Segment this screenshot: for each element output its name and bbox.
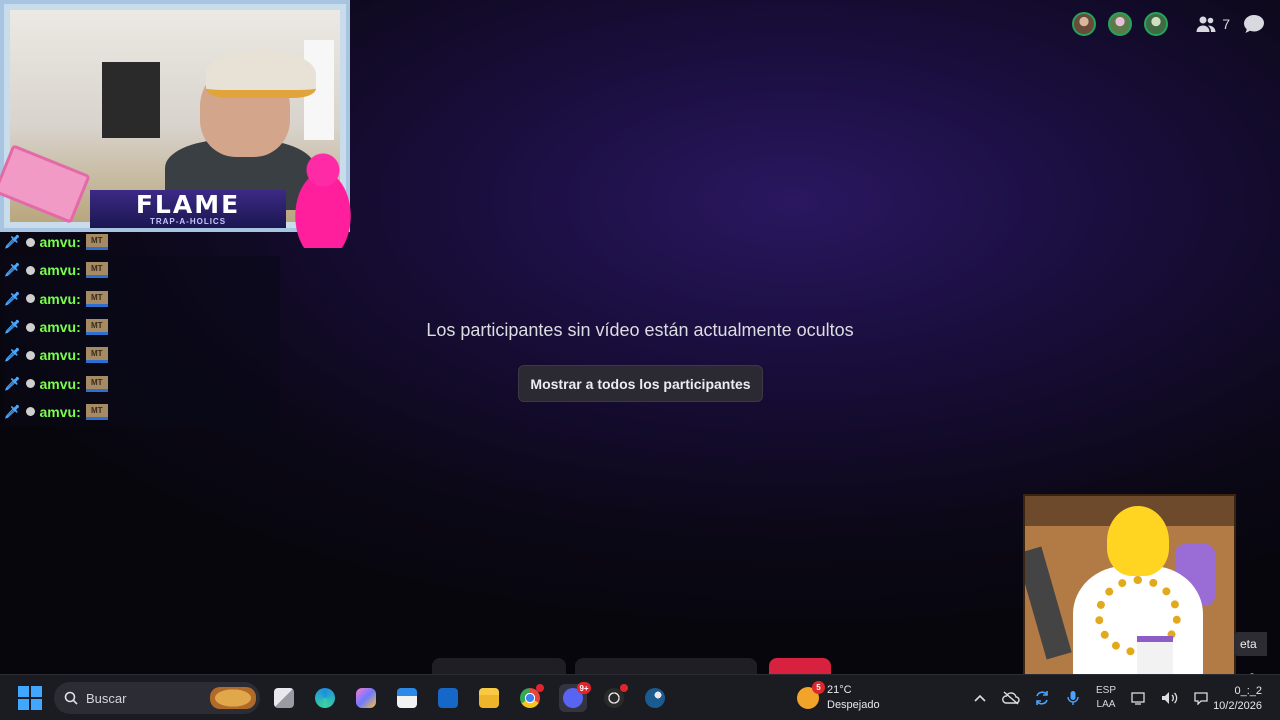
clock-time: 0_:_2	[1234, 685, 1262, 697]
temperature: 21°C	[827, 684, 852, 696]
streamer-cap	[206, 50, 316, 98]
chat-badge: MT	[85, 403, 108, 420]
user-icon	[25, 265, 35, 275]
chat-badge: MT	[85, 262, 108, 279]
chat-badge: MT	[85, 290, 108, 307]
copilot-icon[interactable]	[352, 684, 380, 712]
moon-icon: 5	[797, 681, 825, 709]
obs-badge	[620, 684, 628, 692]
task-view-icon[interactable]	[270, 684, 298, 712]
stream-chat: 🗡 amvu: MT 🗡 amvu: MT 🗡 amvu: MT 🗡 amvu:…	[4, 228, 280, 427]
chat-message: 🗡 amvu: MT	[4, 228, 280, 256]
search-label: Buscar	[86, 690, 127, 706]
flame-banner: FLAME TRAP-A-HOLICS	[90, 190, 286, 228]
sword-icon: 🗡	[4, 234, 21, 250]
wall-poster	[102, 62, 160, 138]
system-tray: ESP LAA	[970, 675, 1211, 720]
store-icon[interactable]	[393, 684, 421, 712]
chevron-up-icon[interactable]	[970, 688, 990, 708]
network-icon[interactable]	[1129, 688, 1149, 708]
chat-message: 🗡 amvu: MT	[4, 341, 280, 370]
sword-icon: 🗡	[4, 347, 21, 363]
chat-badge: MT	[85, 319, 108, 336]
participant-avatar-3[interactable]	[1144, 12, 1169, 36]
chat-badge: MT	[85, 234, 108, 251]
banner-title: FLAME	[135, 189, 241, 219]
chat-message: 🗡 amvu: MT	[4, 397, 280, 427]
chrome-badge	[536, 684, 544, 692]
chat-badge: MT	[85, 347, 108, 364]
outlook-icon[interactable]	[434, 684, 462, 712]
clock[interactable]: 0_:_2 10/2/2026	[1204, 684, 1262, 714]
chat-username: amvu:	[39, 234, 81, 251]
weather-widget[interactable]: 5 21°C Despejado	[797, 681, 880, 713]
file-explorer-icon[interactable]	[475, 684, 503, 712]
participant-avatar-2[interactable]	[1108, 12, 1133, 36]
chat-username: amvu:	[39, 262, 81, 279]
sword-icon: 🗡	[4, 262, 21, 278]
user-icon	[25, 350, 35, 360]
sword-icon: 🗡	[4, 290, 21, 306]
chat-icon[interactable]	[1242, 12, 1266, 36]
taskbar-search[interactable]: Buscar	[54, 682, 260, 714]
search-highlight-image	[210, 687, 256, 709]
chat-message: 🗡 amvu: MT	[4, 312, 280, 342]
windows-start-icon[interactable]	[18, 686, 42, 710]
participant-count: 7	[1222, 16, 1230, 32]
user-icon	[25, 322, 35, 332]
search-icon	[64, 691, 78, 705]
chat-message: 🗡 amvu: MT	[4, 369, 280, 398]
clock-date: 10/2/2026	[1213, 700, 1262, 712]
chat-username: amvu:	[39, 347, 81, 364]
participants-button[interactable]: 7	[1194, 12, 1230, 36]
chat-username: amvu:	[39, 290, 81, 307]
sync-icon[interactable]	[1032, 688, 1052, 708]
weather-badge: 5	[812, 681, 825, 694]
call-header: 7	[1072, 10, 1266, 38]
keyboard-layout: LAA	[1096, 699, 1116, 710]
sword-icon: 🗡	[4, 319, 21, 335]
language-code: ESP	[1096, 685, 1117, 696]
chat-message: 🗡 amvu: MT	[4, 256, 280, 285]
weather-condition: Despejado	[827, 699, 880, 711]
sword-icon: 🗡	[4, 375, 21, 391]
user-icon	[25, 379, 35, 389]
cloud-off-icon[interactable]	[1001, 688, 1021, 708]
steam-icon[interactable]	[641, 684, 669, 712]
chat-username: amvu:	[39, 319, 81, 336]
show-all-participants-button[interactable]: Mostrar a todos los participantes	[518, 365, 763, 402]
chat-message: 🗡 amvu: MT	[4, 284, 280, 313]
user-icon	[25, 237, 35, 247]
obs-icon[interactable]	[600, 684, 628, 712]
people-icon	[1194, 12, 1218, 36]
gun-shape	[1025, 546, 1072, 660]
pink-buddha-sticker	[280, 148, 366, 248]
microphone-icon[interactable]	[1063, 688, 1083, 708]
edge-icon[interactable]	[311, 684, 339, 712]
user-icon	[25, 294, 35, 304]
sword-icon: 🗡	[4, 403, 21, 419]
user-icon	[25, 407, 35, 417]
chat-username: amvu:	[39, 375, 81, 392]
taskbar: Buscar 9+ 5 21°C Despejado ESP LAA 0_:_2…	[0, 674, 1280, 720]
homer-head	[1107, 506, 1169, 576]
chat-username: amvu:	[39, 403, 81, 420]
chrome-icon[interactable]	[516, 684, 544, 712]
language-indicator[interactable]: ESP LAA	[1096, 684, 1116, 712]
chat-badge: MT	[85, 375, 108, 392]
homer-overlay-image	[1023, 494, 1236, 686]
participant-avatar-1[interactable]	[1072, 12, 1097, 36]
discord-icon[interactable]: 9+	[559, 682, 591, 712]
discord-badge: 9+	[577, 682, 591, 694]
banner-subtitle: TRAP-A-HOLICS	[149, 216, 227, 226]
volume-icon[interactable]	[1160, 688, 1180, 708]
tooltip: eta	[1234, 632, 1267, 656]
